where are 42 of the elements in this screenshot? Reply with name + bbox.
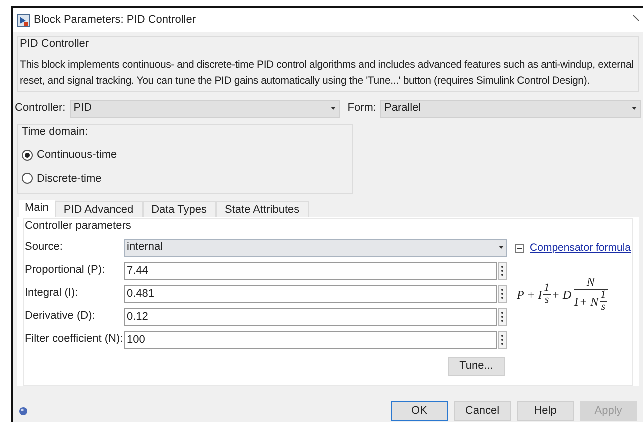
help-orb-icon <box>19 406 28 416</box>
tab[interactable]: Data Types <box>142 201 216 217</box>
collapse-icon[interactable] <box>515 244 524 253</box>
block-title: PID Controller <box>20 37 90 52</box>
dialog-button[interactable]: Help <box>517 401 574 421</box>
radio-button[interactable] <box>22 173 33 184</box>
time-domain-title: Time domain: <box>22 124 90 140</box>
block-description: This block implements continuous- and discrete-time PID control algorithms and includes advanced features such as anti-windup, external reset, and signal tracking. You can tune the PID gains automatically using the 'Tune...' button (requires Simulink Control Design). <box>20 58 635 88</box>
parameter-field[interactable]: 0.12 <box>124 308 497 326</box>
parameters-title: Controller parameters <box>25 219 132 234</box>
tab[interactable]: PID Advanced <box>54 201 143 217</box>
controller-label: Controller: <box>15 101 66 116</box>
parameter-field[interactable]: 7.44 <box>124 262 497 280</box>
controller-dropdown[interactable]: PID <box>70 100 340 118</box>
radio-label: Discrete-time <box>37 172 102 186</box>
caret-icon <box>632 107 637 110</box>
form-dropdown[interactable]: Parallel <box>380 100 641 118</box>
parameter-label: Filter coefficient (N): <box>25 332 124 348</box>
parameter-field[interactable]: 100 <box>124 330 497 348</box>
more-options-icon[interactable] <box>498 308 507 326</box>
parameter-label: Source: <box>25 240 64 256</box>
block-icon <box>17 14 30 26</box>
parameter-label: Derivative (D): <box>25 309 96 324</box>
tab[interactable]: State Attributes <box>216 201 309 217</box>
radio-label: Continuous-time <box>37 148 118 163</box>
source-dropdown[interactable]: internal <box>124 238 507 256</box>
more-options-icon[interactable] <box>498 330 507 348</box>
dialog-button[interactable]: OK <box>391 401 448 421</box>
more-options-icon[interactable] <box>498 262 507 280</box>
compensator-formula-link[interactable]: Compensator formula <box>530 240 631 256</box>
window-title: Block Parameters: PID Controller <box>34 12 196 28</box>
parameter-label: Integral (I): <box>25 286 80 302</box>
tune-button[interactable]: Tune... <box>448 356 506 376</box>
radio-button[interactable] <box>22 150 33 161</box>
tab[interactable]: Main <box>19 200 55 217</box>
parameter-label: Proportional (P): <box>25 263 106 278</box>
dialog-button[interactable]: Cancel <box>454 401 511 421</box>
more-options-icon[interactable] <box>498 284 507 302</box>
form-label: Form: <box>348 101 376 116</box>
caret-icon <box>330 107 336 110</box>
parameter-field[interactable]: 0.481 <box>124 284 497 302</box>
caret-icon <box>499 246 504 249</box>
